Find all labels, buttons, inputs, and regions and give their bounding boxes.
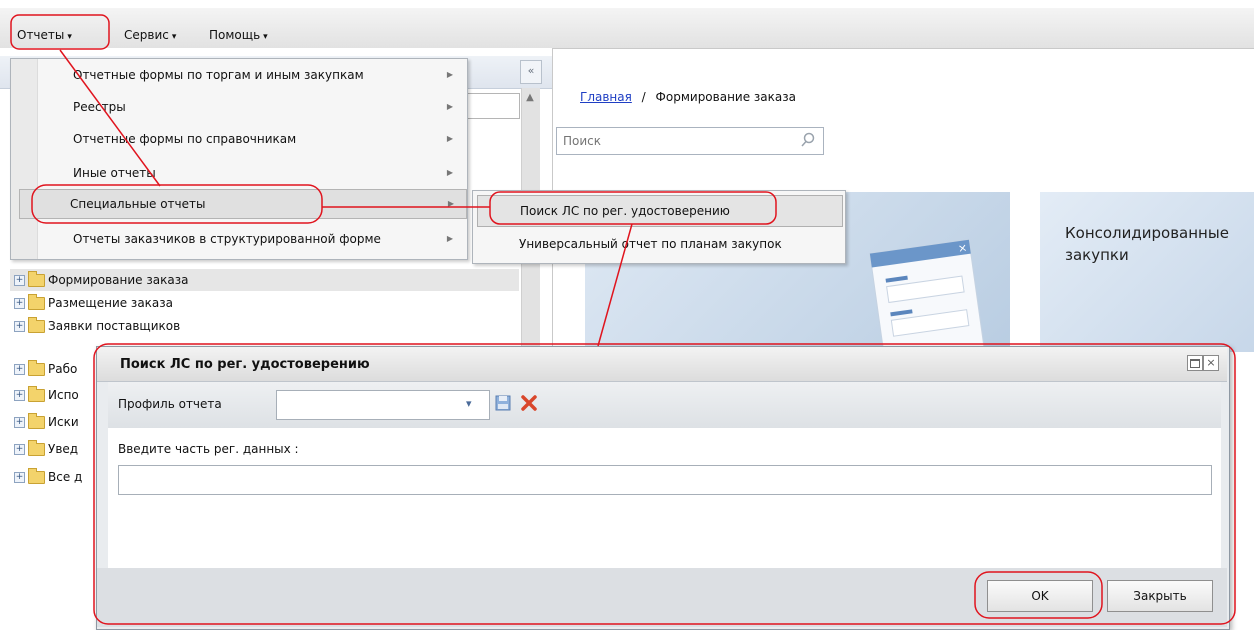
profile-label: Профиль отчета: [118, 397, 222, 411]
search-input[interactable]: [561, 129, 795, 153]
menu-reports-label: Отчеты: [17, 28, 65, 42]
folder-icon: [28, 440, 45, 456]
save-icon[interactable]: [494, 394, 512, 412]
expand-icon[interactable]: +: [14, 321, 25, 332]
expand-icon[interactable]: +: [14, 444, 25, 455]
breadcrumb: Главная / Формирование заказа: [580, 90, 796, 104]
tree-item-label: Иски: [48, 415, 79, 429]
submenu-arrow-icon: ▶: [446, 234, 453, 243]
tree-item-supplier-requests[interactable]: + Заявки поставщиков: [14, 315, 180, 337]
maximize-icon[interactable]: [1187, 355, 1203, 371]
submenu-arrow-icon: ▶: [446, 102, 453, 111]
folder-icon: [28, 271, 45, 287]
tile-consolidated-title: Консолидированные закупки: [1065, 222, 1229, 266]
folder-icon: [28, 413, 45, 429]
submenu-arrow-icon: ▶: [446, 168, 453, 177]
chevron-down-icon: ▾: [171, 32, 177, 42]
reports-dropdown-menu: Отчетные формы по торгам и иным закупкам…: [10, 58, 468, 260]
menu-item-label: Специальные отчеты: [70, 197, 206, 211]
expand-icon[interactable]: +: [14, 390, 25, 401]
folder-icon: [28, 386, 45, 402]
tree-item-label: Формирование заказа: [48, 273, 189, 287]
menu-item-directory-forms[interactable]: Отчетные формы по справочникам ▶: [23, 125, 465, 153]
breadcrumb-home-link[interactable]: Главная: [580, 90, 632, 104]
expand-icon[interactable]: +: [14, 298, 25, 309]
search-field[interactable]: [556, 127, 824, 155]
menu-item-label: Иные отчеты: [73, 166, 156, 180]
ok-button[interactable]: OK: [987, 580, 1093, 612]
reg-data-field[interactable]: [118, 465, 1215, 496]
profile-toolbar: [108, 382, 1221, 429]
dialog-title: Поиск ЛС по рег. удостоверению: [120, 357, 370, 372]
tree-item-label: Рабо: [48, 362, 78, 376]
tree-item-notifications[interactable]: + Увед: [14, 438, 78, 460]
tree-item-label: Заявки поставщиков: [48, 319, 181, 333]
tile-consolidated-procurement[interactable]: [1040, 192, 1254, 352]
folder-icon: [28, 294, 45, 310]
chevron-down-icon[interactable]: ▾: [466, 397, 472, 410]
tree-item-label: Размещение заказа: [48, 296, 174, 310]
delete-icon[interactable]: [520, 394, 538, 412]
folder-icon: [28, 360, 45, 376]
tile-title-line: закупки: [1065, 246, 1129, 264]
tree-item-label: Увед: [48, 442, 79, 456]
expand-icon[interactable]: +: [14, 417, 25, 428]
breadcrumb-current: Формирование заказа: [655, 90, 796, 104]
expand-icon[interactable]: +: [14, 472, 25, 483]
tree-item-label: Все д: [48, 470, 83, 484]
tree-item-claims[interactable]: + Иски: [14, 411, 79, 433]
menu-service-label: Сервис: [124, 28, 169, 42]
tree-item-order-formation[interactable]: + Формирование заказа: [10, 269, 519, 291]
folder-icon: [28, 317, 45, 333]
menu-item-other-reports[interactable]: Иные отчеты ▶: [23, 159, 465, 187]
expand-icon[interactable]: +: [14, 364, 25, 375]
menu-item-label: Отчетные формы по справочникам: [73, 132, 297, 146]
special-reports-submenu: Поиск ЛС по рег. удостоверению Универсал…: [472, 190, 846, 264]
menu-item-label: Отчетные формы по торгам и иным закупкам: [73, 68, 364, 82]
reg-data-label: Введите часть рег. данных :: [118, 442, 299, 456]
tree-item-order-placement[interactable]: + Размещение заказа: [14, 292, 173, 314]
chevron-down-icon: ▾: [67, 32, 72, 42]
menu-reports[interactable]: Отчеты ▾: [17, 28, 72, 42]
menu-item-label: Поиск ЛС по рег. удостоверению: [520, 204, 730, 218]
tree-item-all-documents[interactable]: + Все д: [14, 466, 82, 488]
tree-item-work[interactable]: + Рабо: [14, 358, 77, 380]
menu-item-special-reports[interactable]: Специальные отчеты ▶: [19, 189, 467, 219]
menu-item-label: Универсальный отчет по планам закупок: [519, 237, 782, 251]
menu-service[interactable]: Сервис ▾: [124, 28, 176, 42]
menu-item-label: Отчеты заказчиков в структурированной фо…: [73, 232, 381, 246]
left-filter-input[interactable]: [460, 93, 520, 119]
tree-item-execution[interactable]: + Испо: [14, 384, 79, 406]
menu-help-label: Помощь: [209, 28, 261, 42]
submenu-item-drug-search[interactable]: Поиск ЛС по рег. удостоверению: [477, 195, 843, 227]
submenu-arrow-icon: ▶: [447, 199, 454, 208]
submenu-item-universal-plan-report[interactable]: Универсальный отчет по планам закупок: [477, 229, 841, 259]
svg-text:×: ×: [957, 241, 968, 255]
menu-item-label: Реестры: [73, 100, 126, 114]
menu-bar: Отчеты ▾ Сервис ▾ Помощь ▾: [0, 8, 1254, 49]
search-icon[interactable]: [800, 132, 816, 148]
menu-item-customer-structured-reports[interactable]: Отчеты заказчиков в структурированной фо…: [23, 225, 465, 253]
form-window-icon: ×: [869, 239, 985, 352]
menu-help[interactable]: Помощь ▾: [209, 28, 268, 42]
scroll-up-icon[interactable]: ▲: [522, 92, 538, 112]
tree-item-label: Испо: [48, 388, 79, 402]
reg-data-input[interactable]: [119, 466, 1215, 496]
breadcrumb-separator: /: [641, 90, 646, 104]
submenu-arrow-icon: ▶: [446, 134, 453, 143]
folder-icon: [28, 468, 45, 484]
close-icon[interactable]: ×: [1203, 355, 1219, 371]
submenu-arrow-icon: ▶: [446, 70, 453, 79]
close-button[interactable]: Закрыть: [1107, 580, 1213, 612]
tile-title-line: Консолидированные: [1065, 224, 1229, 242]
expand-icon[interactable]: +: [14, 275, 25, 286]
collapse-panel-button[interactable]: «: [520, 60, 542, 84]
menu-item-registries[interactable]: Реестры ▶: [23, 93, 465, 121]
menu-item-procurement-forms[interactable]: Отчетные формы по торгам и иным закупкам…: [23, 61, 465, 89]
chevron-down-icon: ▾: [263, 32, 268, 42]
profile-select[interactable]: [276, 390, 490, 420]
